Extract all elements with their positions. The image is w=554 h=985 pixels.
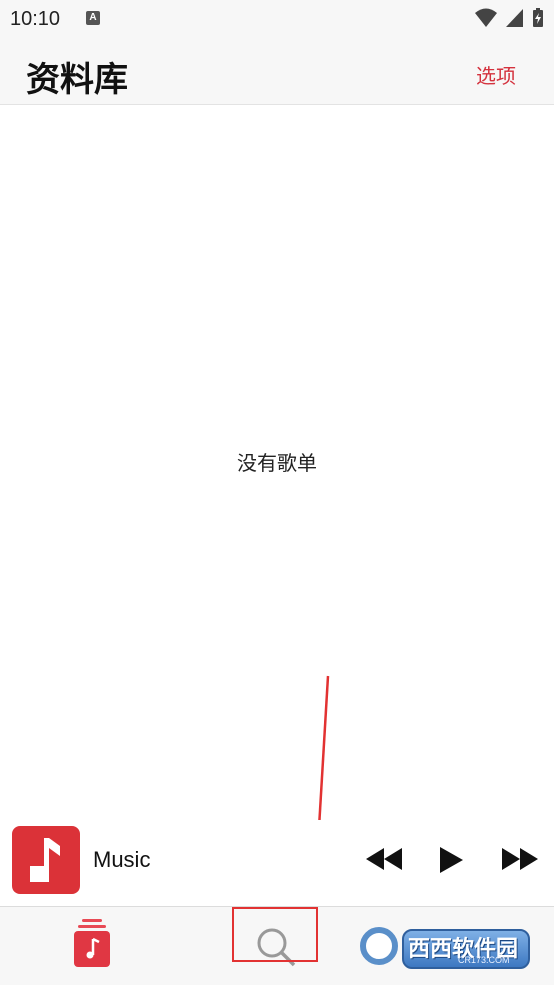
status-icons [471,8,544,28]
watermark-domain: CR173.COM [458,955,510,965]
rewind-icon[interactable] [364,846,404,872]
library-icon[interactable] [72,917,112,969]
status-time: 10:10 [10,8,61,30]
battery-icon [533,8,543,27]
watermark-logo: 西西软件园 CR173.COM [356,921,532,973]
header: 资料库 选项 [0,38,554,105]
search-icon[interactable] [254,925,298,969]
notification-icon: A [86,11,100,25]
tab-bar: 西西软件园 CR173.COM [0,906,554,985]
page-title: 资料库 [26,61,128,99]
status-bar: 10:10 A [0,0,554,38]
options-button[interactable]: 选项 [476,60,516,89]
music-note-icon [30,838,60,882]
track-title: Music [93,847,151,872]
empty-playlist-message: 没有歌单 [237,453,317,475]
wifi-icon [475,8,498,27]
watermark-ring [360,927,398,965]
mini-player[interactable]: Music [0,820,554,906]
play-icon[interactable] [438,846,464,874]
album-art[interactable] [12,826,80,894]
fast-forward-icon[interactable] [500,846,540,872]
signal-icon [505,9,523,27]
